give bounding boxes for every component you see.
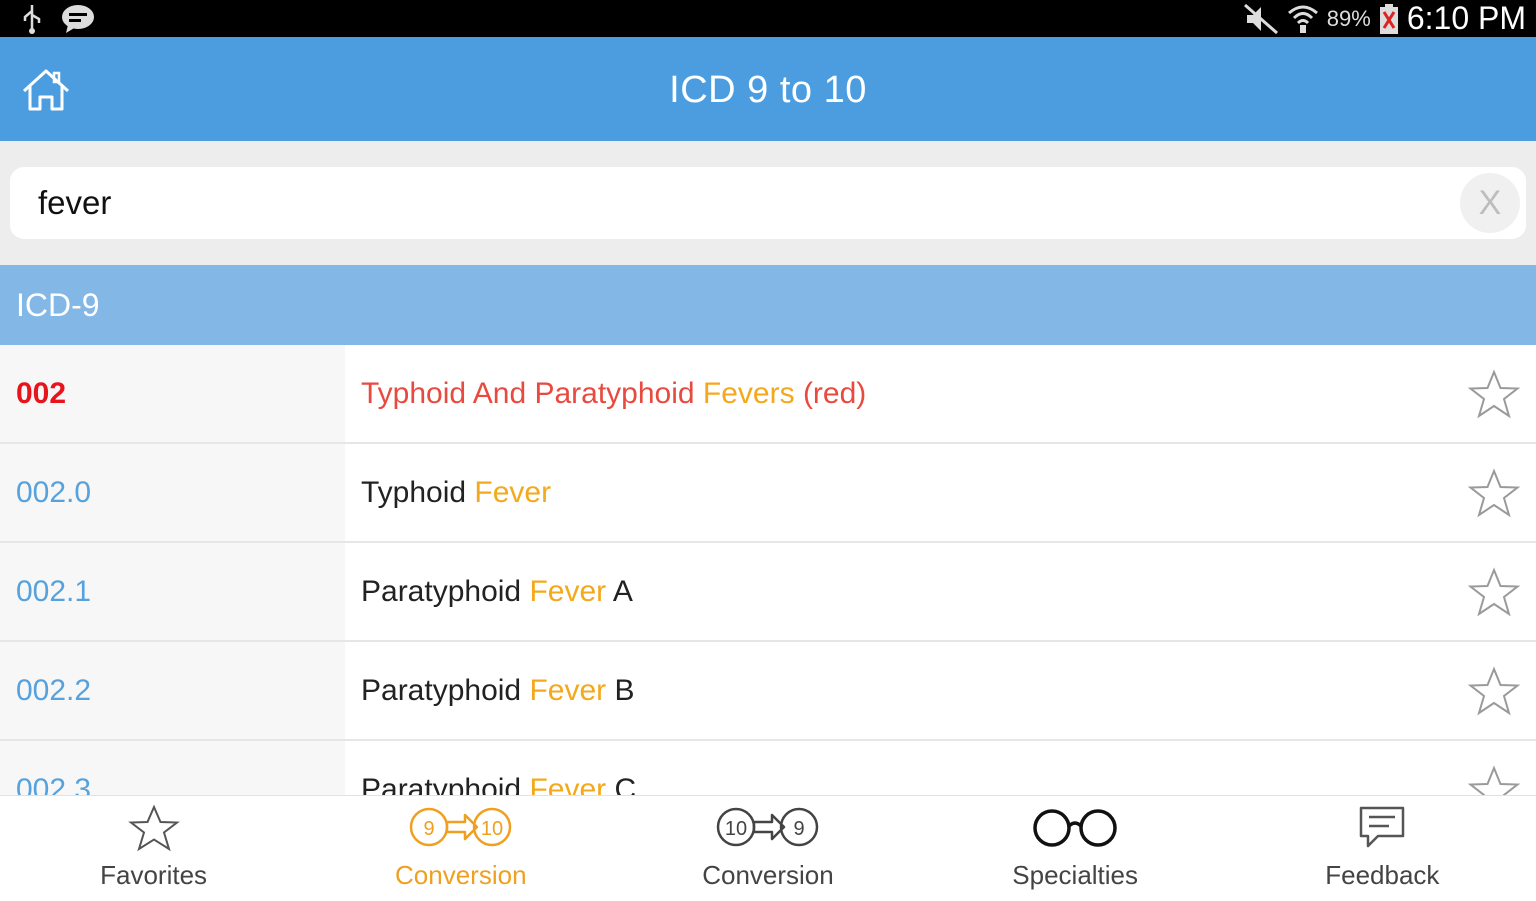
description: Paratyphoid Fever A — [361, 574, 633, 608]
tab-label: Specialties — [1012, 860, 1139, 890]
svg-text:10: 10 — [725, 818, 747, 840]
list-item[interactable]: 002.2 Paratyphoid Fever B — [0, 642, 1536, 741]
code-value: 002.0 — [0, 444, 345, 541]
description: Typhoid Fever — [361, 475, 552, 509]
page-title: ICD 9 to 10 — [669, 69, 867, 111]
list-item[interactable]: 002.0 Typhoid Fever — [0, 444, 1536, 543]
usb-icon — [23, 5, 41, 34]
battery-percentage: 89% — [1326, 5, 1371, 31]
battery-icon — [1379, 3, 1398, 34]
tab-specialties[interactable]: Specialties — [922, 796, 1229, 901]
tab-conversion-9-to-10[interactable]: 9 10 Conversion — [307, 796, 614, 901]
convert-9-to-10-icon: 9 10 — [409, 807, 512, 847]
list-item[interactable]: 002.1 Paratyphoid Fever A — [0, 543, 1536, 642]
wifi-icon — [1287, 5, 1318, 33]
svg-text:9: 9 — [423, 818, 434, 840]
search-input[interactable] — [38, 181, 1438, 225]
code-value: 002.2 — [0, 642, 345, 739]
tab-label: Conversion — [395, 860, 527, 890]
list-item[interactable]: 002.3 Paratyphoid Fever C — [0, 741, 1536, 795]
results-list[interactable]: 002 Typhoid And Paratyphoid Fevers (red)… — [0, 345, 1536, 795]
star-icon — [127, 804, 180, 852]
description: Typhoid And Paratyphoid Fevers (red) — [361, 376, 867, 410]
search-area: X — [0, 141, 1536, 265]
app-bar: ICD 9 to 10 — [0, 37, 1536, 141]
tab-conversion-10-to-9[interactable]: 10 9 Conversion — [614, 796, 921, 901]
status-bar: 89% 6:10 PM — [0, 0, 1536, 37]
search-box: X — [10, 167, 1526, 239]
description: Paratyphoid Fever B — [361, 673, 635, 707]
tab-label: Feedback — [1325, 860, 1440, 890]
mute-icon — [1243, 3, 1278, 34]
clock: 6:10 PM — [1406, 0, 1526, 36]
code-value: 002.1 — [0, 543, 345, 640]
convert-10-to-9-icon: 10 9 — [716, 807, 819, 847]
favorite-star-icon[interactable] — [1468, 567, 1520, 619]
svg-text:9: 9 — [793, 818, 804, 840]
svg-text:10: 10 — [481, 818, 503, 840]
tab-label: Favorites — [100, 860, 208, 890]
close-icon: X — [1478, 183, 1502, 222]
favorite-star-icon[interactable] — [1468, 369, 1520, 421]
tab-feedback[interactable]: Feedback — [1229, 796, 1536, 901]
chat-notification-icon — [62, 5, 94, 33]
favorite-star-icon[interactable] — [1468, 765, 1520, 795]
tab-label: Conversion — [702, 860, 834, 890]
favorite-star-icon[interactable] — [1468, 468, 1520, 520]
code-value: 002.3 — [0, 741, 345, 795]
tab-favorites[interactable]: Favorites — [0, 796, 307, 901]
feedback-icon — [1360, 806, 1405, 848]
glasses-icon — [1033, 809, 1117, 847]
code-value: 002 — [0, 345, 345, 442]
description: Paratyphoid Fever C — [361, 772, 637, 796]
section-label: ICD-9 — [16, 287, 100, 323]
list-item[interactable]: 002 Typhoid And Paratyphoid Fevers (red) — [0, 345, 1536, 444]
bottom-tab-bar: Favorites 9 10 Conversion 10 9 Conversio… — [0, 795, 1536, 900]
section-header: ICD-9 — [0, 265, 1536, 345]
favorite-star-icon[interactable] — [1468, 666, 1520, 718]
clear-search-button[interactable]: X — [1460, 173, 1520, 233]
